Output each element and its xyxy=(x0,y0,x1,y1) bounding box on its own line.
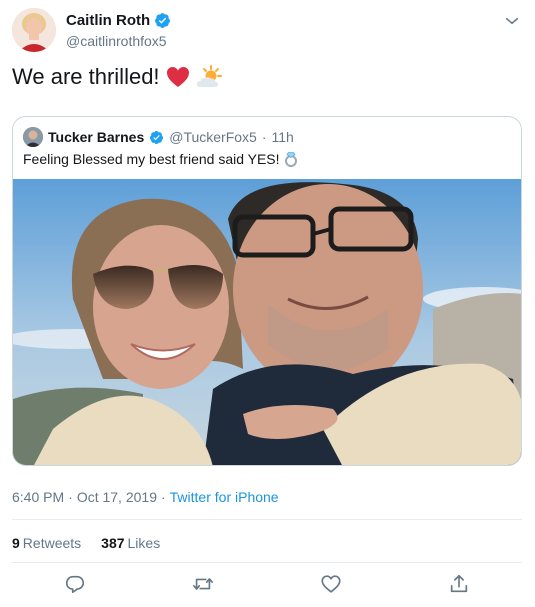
quoted-author-avatar xyxy=(23,127,43,147)
tweet-date[interactable]: Oct 17, 2019 xyxy=(77,489,157,505)
like-icon[interactable] xyxy=(320,573,342,595)
retweets-stat[interactable]: 9 Retweets xyxy=(12,535,81,551)
quoted-tweet-text: Feeling Blessed my best friend said YES! xyxy=(23,151,298,167)
quoted-tweet-text-content: Feeling Blessed my best friend said YES! xyxy=(23,151,280,167)
retweets-count: 9 xyxy=(12,535,20,551)
retweets-label: Retweets xyxy=(22,535,82,551)
separator-dot: · xyxy=(261,129,267,145)
tweet-card: Caitlin Roth @caitlinrothfox5 We are thr… xyxy=(0,0,535,607)
likes-stat[interactable]: 387 Likes xyxy=(101,535,160,551)
quoted-tweet-time: 11h xyxy=(271,129,294,145)
tweet-actions xyxy=(0,573,535,599)
author-avatar[interactable] xyxy=(12,8,56,52)
divider xyxy=(12,519,522,520)
verified-badge-icon xyxy=(150,130,164,144)
quoted-tweet-photo[interactable] xyxy=(13,179,522,466)
reply-icon[interactable] xyxy=(64,573,86,595)
red-heart-emoji-icon xyxy=(166,67,189,87)
tweet-stats: 9 Retweets 387 Likes xyxy=(12,535,160,551)
author-handle[interactable]: @caitlinrothfox5 xyxy=(66,33,167,49)
quoted-tweet-header: Tucker Barnes @TuckerFox5 · 11h xyxy=(23,127,294,147)
likes-count: 387 xyxy=(101,535,125,551)
share-icon[interactable] xyxy=(448,573,470,595)
likes-label: Likes xyxy=(127,535,161,551)
tweet-text-content: We are thrilled! xyxy=(12,64,160,89)
verified-badge-icon xyxy=(155,13,171,28)
caret-down-icon[interactable] xyxy=(503,12,521,30)
sun-behind-cloud-emoji-icon xyxy=(196,65,222,87)
separator-dot: · xyxy=(160,489,166,505)
ring-emoji-icon xyxy=(284,152,297,167)
quoted-author-name: Tucker Barnes xyxy=(48,129,145,145)
author-name[interactable]: Caitlin Roth xyxy=(66,12,150,29)
quoted-author-handle: @TuckerFox5 xyxy=(169,129,257,145)
retweet-icon[interactable] xyxy=(192,573,214,595)
tweet-source-link[interactable]: Twitter for iPhone xyxy=(170,489,279,505)
author-name-row: Caitlin Roth xyxy=(66,12,171,29)
quoted-tweet[interactable]: Tucker Barnes @TuckerFox5 · 11h Feeling … xyxy=(12,116,522,466)
tweet-text: We are thrilled! xyxy=(12,64,222,90)
divider xyxy=(12,562,522,563)
tweet-meta: 6:40 PM · Oct 17, 2019 · Twitter for iPh… xyxy=(12,489,279,505)
tweet-time[interactable]: 6:40 PM xyxy=(12,489,64,505)
separator-dot: · xyxy=(68,489,73,505)
